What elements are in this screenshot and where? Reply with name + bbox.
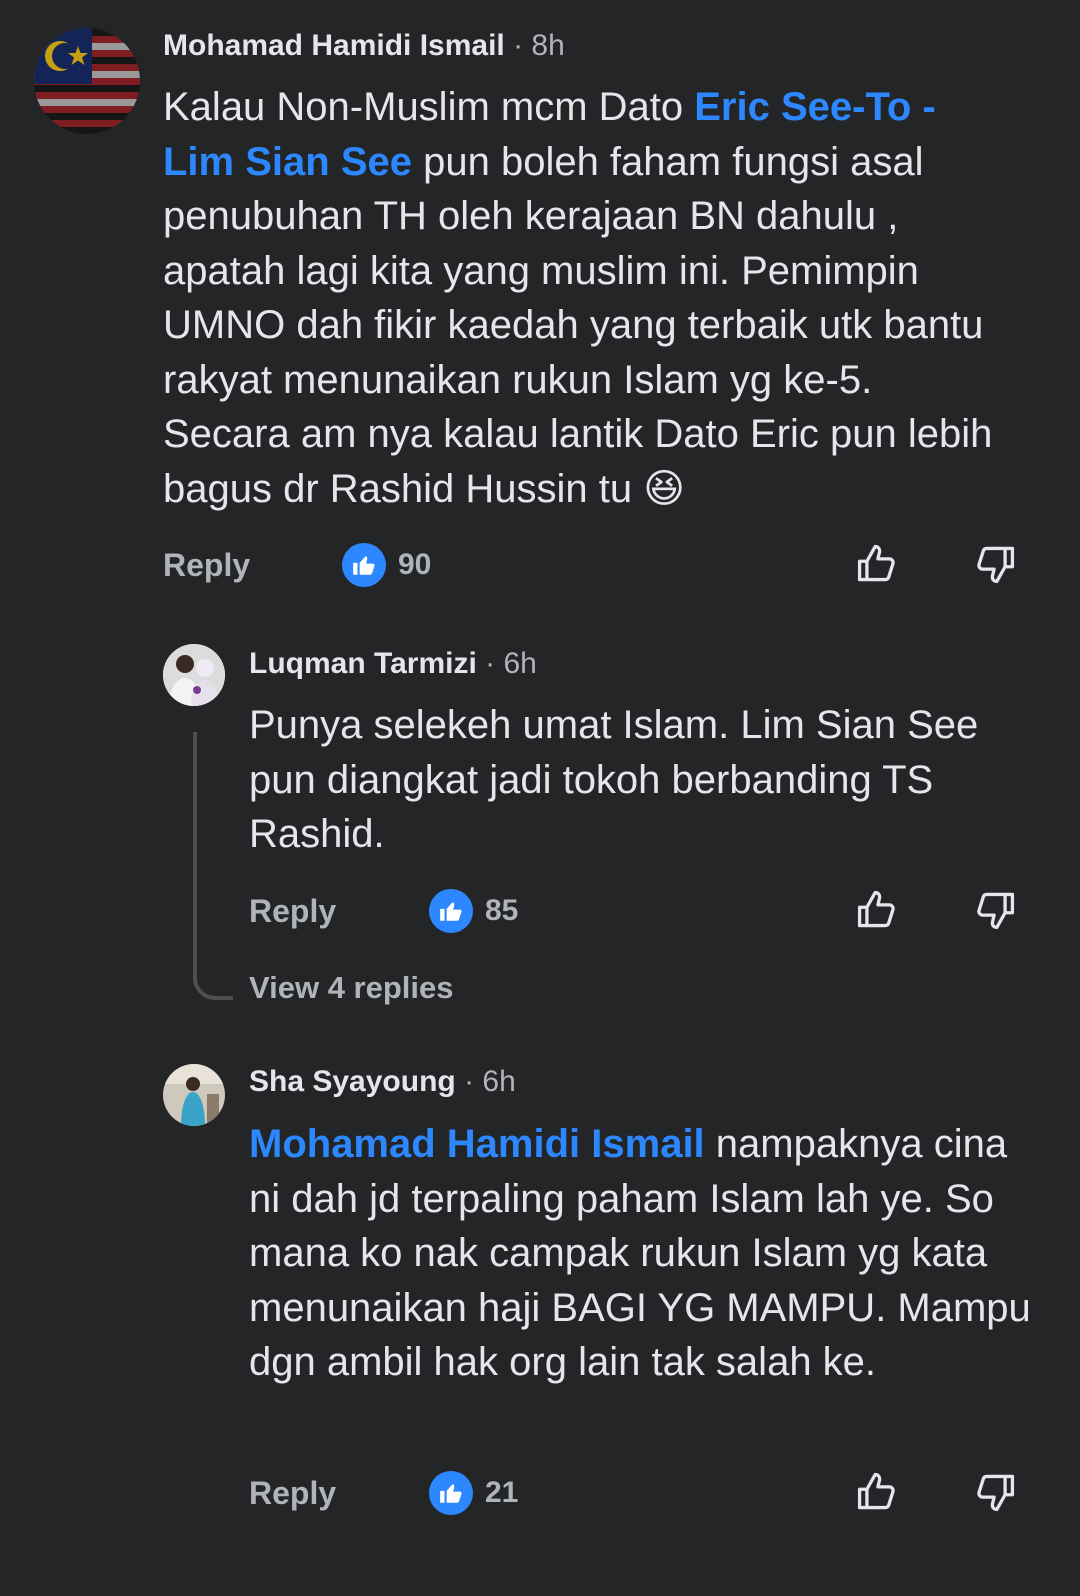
timestamp[interactable]: · 6h bbox=[464, 1065, 516, 1098]
thread-connector bbox=[193, 732, 233, 1000]
reply-button[interactable]: Reply bbox=[249, 1470, 336, 1516]
profile-photo bbox=[163, 644, 225, 706]
reaction-summary[interactable]: 90 bbox=[342, 542, 431, 588]
comment-actions: Reply 90 bbox=[0, 542, 1080, 588]
timestamp[interactable]: · 8h bbox=[513, 29, 565, 62]
thumbs-up-icon[interactable] bbox=[855, 1470, 899, 1514]
thumbs-down-icon[interactable] bbox=[973, 888, 1017, 932]
comment-header: Sha Syayoung · 6h bbox=[249, 1062, 516, 1102]
comment-header: Mohamad Hamidi Ismail · 8h bbox=[163, 26, 565, 66]
author-name[interactable]: Mohamad Hamidi Ismail bbox=[163, 29, 505, 62]
comment-text: Mohamad Hamidi Ismail nampaknya cina ni … bbox=[249, 1122, 1031, 1384]
author-name[interactable]: Sha Syayoung bbox=[249, 1065, 456, 1098]
comment-text: Punya selekeh umat Islam. Lim Sian See p… bbox=[249, 703, 979, 856]
reaction-summary[interactable]: 85 bbox=[429, 888, 518, 934]
comment-text: Kalau Non-Muslim mcm Dato Eric See-To - … bbox=[163, 85, 993, 511]
reply-button[interactable]: Reply bbox=[163, 542, 250, 588]
comment-header: Luqman Tarmizi · 6h bbox=[249, 644, 537, 684]
thumbs-down-icon[interactable] bbox=[973, 542, 1017, 586]
like-reaction-icon bbox=[342, 543, 386, 587]
view-replies-link[interactable]: View 4 replies bbox=[249, 968, 454, 1008]
reaction-count: 85 bbox=[485, 894, 519, 927]
reply-luqman-tarmizi: Luqman Tarmizi · 6h Punya selekeh umat I… bbox=[0, 600, 1080, 1040]
timestamp[interactable]: · 6h bbox=[485, 647, 537, 680]
thumbs-up-icon[interactable] bbox=[855, 542, 899, 586]
malaysia-flag-avatar-image bbox=[34, 28, 140, 134]
avatar[interactable] bbox=[34, 28, 140, 134]
like-reaction-icon bbox=[429, 1471, 473, 1515]
reply-sha-syayoung: Sha Syayoung · 6h Mohamad Hamidi Ismail … bbox=[0, 1040, 1080, 1596]
comment-mohamad-hamidi-ismail: Mohamad Hamidi Ismail · 8h Kalau Non-Mus… bbox=[0, 0, 1080, 600]
laughing-emoji: 😆 bbox=[643, 466, 685, 511]
thumbs-down-icon[interactable] bbox=[973, 1470, 1017, 1514]
reaction-count: 21 bbox=[485, 1476, 519, 1509]
avatar[interactable] bbox=[163, 644, 225, 706]
mention-link[interactable]: Mohamad Hamidi Ismail bbox=[249, 1122, 705, 1166]
author-name[interactable]: Luqman Tarmizi bbox=[249, 647, 477, 680]
reaction-summary[interactable]: 21 bbox=[429, 1470, 518, 1516]
like-reaction-icon bbox=[429, 889, 473, 933]
reply-button[interactable]: Reply bbox=[249, 888, 336, 934]
reaction-count: 90 bbox=[398, 548, 432, 581]
avatar[interactable] bbox=[163, 1064, 225, 1126]
comment-actions: Reply 21 bbox=[0, 1470, 1080, 1516]
comment-actions: Reply 85 bbox=[0, 888, 1080, 934]
profile-photo bbox=[163, 1064, 225, 1126]
thumbs-up-icon[interactable] bbox=[855, 888, 899, 932]
